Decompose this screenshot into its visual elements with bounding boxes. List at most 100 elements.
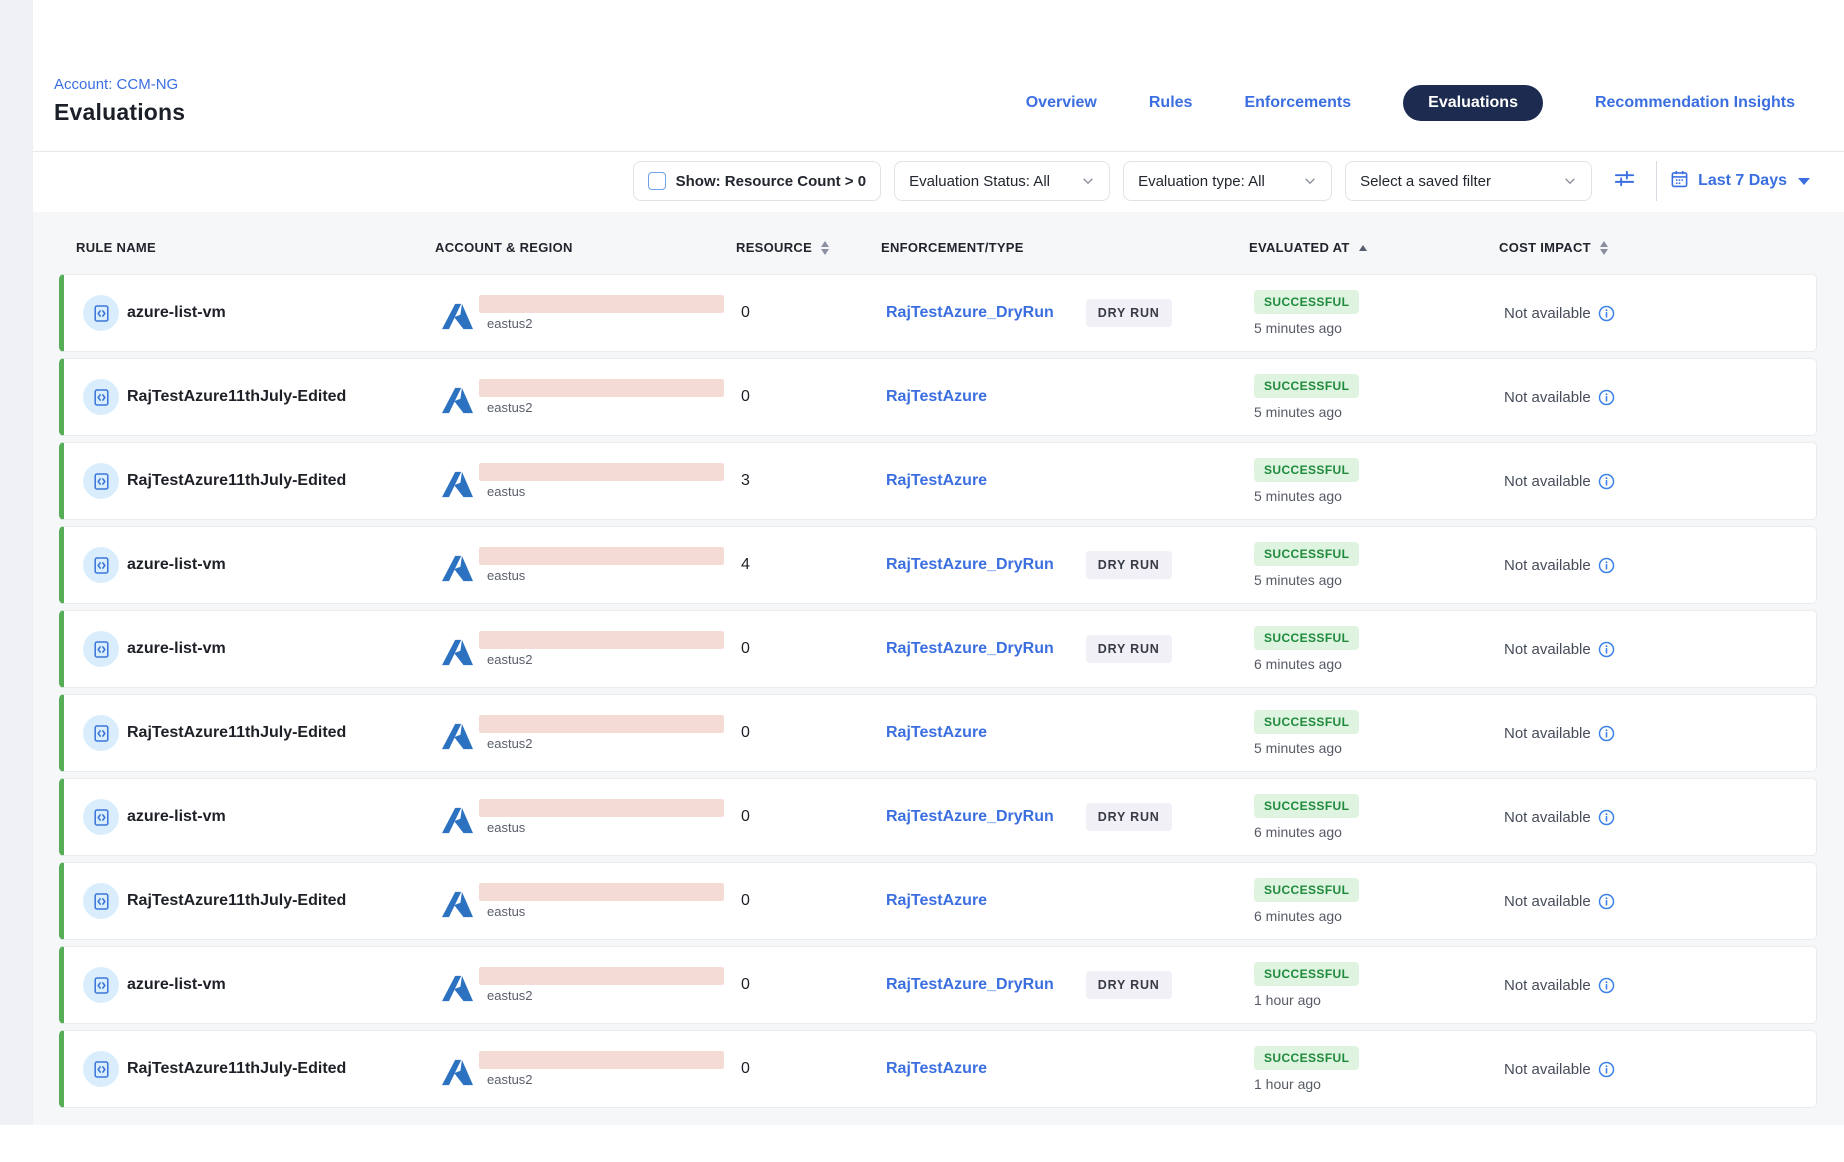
resource-count: 0	[741, 388, 750, 405]
account-name-redacted	[479, 295, 724, 313]
evaluated-time: 5 minutes ago	[1254, 404, 1504, 420]
table-row[interactable]: RajTestAzure11thJuly-Edited eastus2 0 Ra…	[59, 1030, 1817, 1108]
rule-name: RajTestAzure11thJuly-Edited	[127, 724, 346, 742]
nav-enforcements[interactable]: Enforcements	[1244, 94, 1351, 112]
table-row[interactable]: RajTestAzure11thJuly-Edited eastus 3 Raj…	[59, 442, 1817, 520]
table-row[interactable]: RajTestAzure11thJuly-Edited eastus 0 Raj…	[59, 862, 1817, 940]
evaluation-type-select[interactable]: Evaluation type: All	[1123, 161, 1332, 201]
resource-count: 0	[741, 808, 750, 825]
account-name-redacted	[479, 379, 724, 397]
collapsed-sidebar-strip	[0, 0, 33, 1125]
enforcement-link[interactable]: RajTestAzure	[886, 1060, 987, 1078]
region-label: eastus2	[479, 988, 724, 1003]
rule-name: azure-list-vm	[127, 640, 226, 658]
region-label: eastus	[479, 484, 724, 499]
info-icon[interactable]	[1598, 1061, 1615, 1078]
calendar-icon	[1670, 169, 1689, 193]
dry-run-badge: DRY RUN	[1086, 971, 1172, 999]
chevron-down-icon	[1563, 174, 1577, 188]
rule-icon	[83, 379, 119, 415]
sort-icon	[821, 241, 829, 255]
nav-rules[interactable]: Rules	[1149, 94, 1193, 112]
rule-name: RajTestAzure11thJuly-Edited	[127, 472, 346, 490]
info-icon[interactable]	[1598, 893, 1615, 910]
table-row[interactable]: azure-list-vm eastus2 0 RajTestAzure_Dry…	[59, 274, 1817, 352]
column-evaluated-at-sort[interactable]: EVALUATED AT	[1247, 240, 1499, 255]
nav-recommendation-insights[interactable]: Recommendation Insights	[1595, 94, 1795, 112]
table-row[interactable]: azure-list-vm eastus 0 RajTestAzure_DryR…	[59, 778, 1817, 856]
saved-filter-select[interactable]: Select a saved filter	[1345, 161, 1592, 201]
enforcement-link[interactable]: RajTestAzure_DryRun	[886, 976, 1054, 994]
date-range-picker[interactable]: Last 7 Days	[1670, 169, 1810, 193]
rule-icon	[83, 967, 119, 1003]
top-navigation: Overview Rules Enforcements Evaluations …	[1026, 84, 1795, 122]
resource-count: 4	[741, 556, 750, 573]
evaluation-status-select[interactable]: Evaluation Status: All	[894, 161, 1110, 201]
table-row[interactable]: RajTestAzure11thJuly-Edited eastus2 0 Ra…	[59, 358, 1817, 436]
enforcement-link[interactable]: RajTestAzure	[886, 724, 987, 742]
azure-icon	[442, 723, 473, 750]
column-account-region: ACCOUNT & REGION	[435, 240, 734, 255]
rule-name: azure-list-vm	[127, 304, 226, 322]
enforcement-link[interactable]: RajTestAzure_DryRun	[886, 556, 1054, 574]
region-label: eastus2	[479, 1072, 724, 1087]
enforcement-link[interactable]: RajTestAzure_DryRun	[886, 808, 1054, 826]
resource-count-checkbox[interactable]	[648, 172, 666, 190]
table-row[interactable]: azure-list-vm eastus2 0 RajTestAzure_Dry…	[59, 610, 1817, 688]
enforcement-link[interactable]: RajTestAzure_DryRun	[886, 304, 1054, 322]
nav-evaluations-active[interactable]: Evaluations	[1403, 85, 1543, 121]
enforcement-link[interactable]: RajTestAzure_DryRun	[886, 640, 1054, 658]
rule-icon	[83, 1051, 119, 1087]
nav-overview[interactable]: Overview	[1026, 94, 1097, 112]
rule-name: RajTestAzure11thJuly-Edited	[127, 892, 346, 910]
page-title: Evaluations	[54, 99, 185, 126]
table-row[interactable]: RajTestAzure11thJuly-Edited eastus2 0 Ra…	[59, 694, 1817, 772]
info-icon[interactable]	[1598, 473, 1615, 490]
rule-name: azure-list-vm	[127, 556, 226, 574]
info-icon[interactable]	[1598, 557, 1615, 574]
cost-impact-value: Not available	[1504, 557, 1591, 574]
chevron-down-icon	[1303, 174, 1317, 188]
info-icon[interactable]	[1598, 389, 1615, 406]
account-name-redacted	[479, 631, 724, 649]
column-cost-impact-sort[interactable]: COST IMPACT	[1499, 240, 1817, 255]
info-icon[interactable]	[1598, 809, 1615, 826]
info-icon[interactable]	[1598, 305, 1615, 322]
enforcement-link[interactable]: RajTestAzure	[886, 472, 987, 490]
region-label: eastus2	[479, 316, 724, 331]
evaluated-time: 5 minutes ago	[1254, 488, 1504, 504]
filter-settings-button[interactable]	[1605, 162, 1643, 200]
column-enforcement-type: ENFORCEMENT/TYPE	[877, 240, 1247, 255]
status-badge: SUCCESSFUL	[1254, 710, 1359, 734]
cost-impact-value: Not available	[1504, 893, 1591, 910]
resource-count: 3	[741, 472, 750, 489]
breadcrumb[interactable]: Account: CCM-NG	[54, 76, 178, 93]
enforcement-link[interactable]: RajTestAzure	[886, 892, 987, 910]
azure-icon	[442, 807, 473, 834]
date-range-label: Last 7 Days	[1698, 172, 1787, 190]
resource-count-filter[interactable]: Show: Resource Count > 0	[633, 161, 881, 201]
evaluated-time: 1 hour ago	[1254, 1076, 1504, 1092]
azure-icon	[442, 639, 473, 666]
azure-icon	[442, 303, 473, 330]
evaluated-time: 5 minutes ago	[1254, 740, 1504, 756]
status-badge: SUCCESSFUL	[1254, 878, 1359, 902]
rule-icon	[83, 883, 119, 919]
rule-icon	[83, 295, 119, 331]
cost-impact-value: Not available	[1504, 473, 1591, 490]
evaluated-time: 5 minutes ago	[1254, 572, 1504, 588]
enforcement-link[interactable]: RajTestAzure	[886, 388, 987, 406]
info-icon[interactable]	[1598, 977, 1615, 994]
cost-impact-value: Not available	[1504, 641, 1591, 658]
rule-icon	[83, 547, 119, 583]
column-resource-sort[interactable]: RESOURCE	[734, 240, 877, 255]
info-icon[interactable]	[1598, 641, 1615, 658]
info-icon[interactable]	[1598, 725, 1615, 742]
rule-icon	[83, 463, 119, 499]
table-row[interactable]: azure-list-vm eastus 4 RajTestAzure_DryR…	[59, 526, 1817, 604]
status-badge: SUCCESSFUL	[1254, 794, 1359, 818]
azure-icon	[442, 471, 473, 498]
rule-name: RajTestAzure11thJuly-Edited	[127, 1060, 346, 1078]
rule-name: RajTestAzure11thJuly-Edited	[127, 388, 346, 406]
table-row[interactable]: azure-list-vm eastus2 0 RajTestAzure_Dry…	[59, 946, 1817, 1024]
